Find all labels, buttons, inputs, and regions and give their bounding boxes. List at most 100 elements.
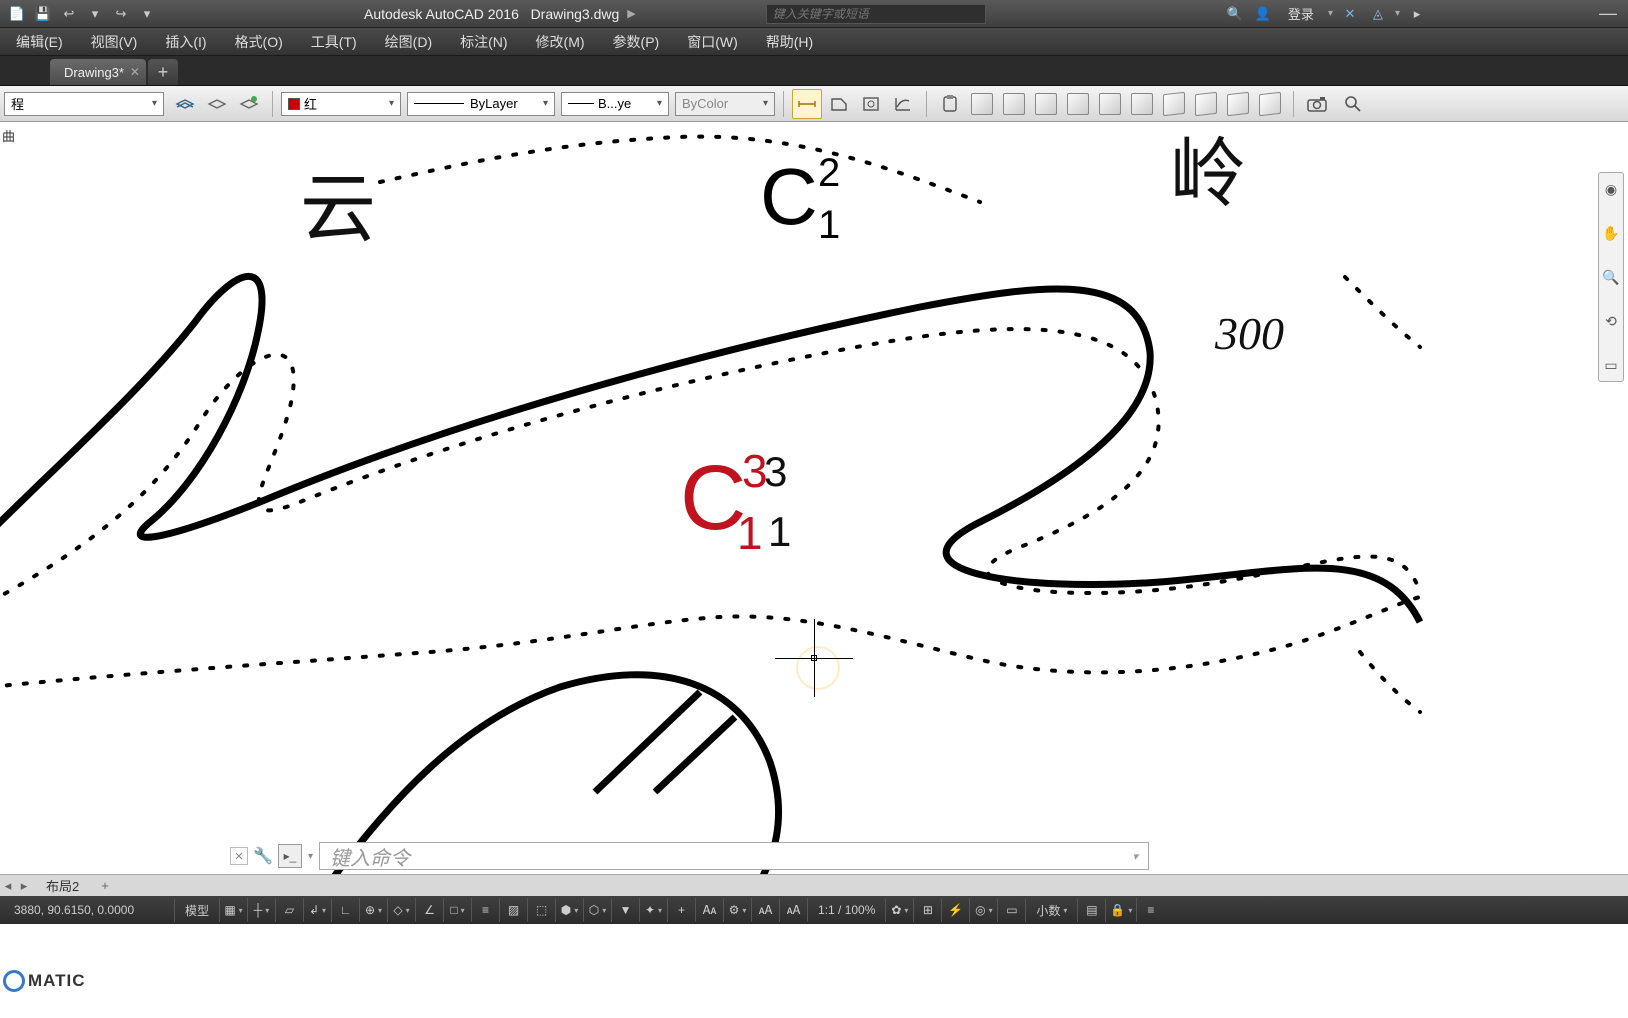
redo-drop-icon[interactable]: ▾ — [136, 3, 158, 25]
status-model-button[interactable]: 模型 — [174, 898, 219, 922]
status-dyn-icon[interactable]: ↲▾ — [303, 898, 331, 922]
menu-dimension[interactable]: 标注(N) — [446, 28, 521, 55]
qselect-icon[interactable] — [888, 89, 918, 119]
status-hw-icon[interactable]: ⊞ — [913, 898, 941, 922]
status-annomon-icon[interactable]: + — [667, 898, 695, 922]
binoculars-icon[interactable]: 🔍 — [1224, 3, 1246, 25]
status-osnap-icon[interactable]: □▾ — [443, 898, 471, 922]
a360-drop-icon[interactable]: ▾ — [1395, 8, 1400, 19]
undo-icon[interactable]: ↩ — [58, 3, 80, 25]
menu-format[interactable]: 格式(O) — [221, 28, 297, 55]
cmd-close-icon[interactable]: ✕ — [230, 847, 248, 865]
nav-zoom-icon[interactable]: 🔍 — [1601, 267, 1621, 287]
minimize-button[interactable]: — — [1588, 0, 1628, 28]
status-annoscale-icon[interactable]: 🗛 — [695, 898, 723, 922]
command-input[interactable]: 键入命令 ▾ — [319, 842, 1149, 870]
status-hardware-icon[interactable]: ⚡ — [941, 898, 969, 922]
menu-insert[interactable]: 插入(I) — [151, 28, 220, 55]
view-back-icon[interactable] — [1127, 89, 1157, 119]
color-combo[interactable]: 红 ▾ — [281, 92, 401, 116]
menu-help[interactable]: 帮助(H) — [752, 28, 827, 55]
cmd-recent-icon[interactable]: ▸_ — [278, 844, 302, 868]
status-annoall-icon[interactable]: 🗚 — [751, 898, 779, 922]
status-polar-icon[interactable]: ⊕▾ — [359, 898, 387, 922]
layout-scroll-right[interactable]: ▸ — [16, 875, 32, 896]
layer-props-icon[interactable] — [170, 89, 200, 119]
cmd-recent-drop[interactable]: ▾ — [308, 851, 313, 862]
area-icon[interactable] — [824, 89, 854, 119]
layout-add-tab[interactable]: + — [93, 875, 117, 896]
status-infer-icon[interactable]: ▱ — [275, 898, 303, 922]
nav-orbit-icon[interactable]: ⟲ — [1601, 311, 1621, 331]
nav-wheel-icon[interactable]: ◉ — [1601, 179, 1621, 199]
autodesk-icon[interactable]: ◬ — [1367, 3, 1389, 25]
menu-parametric[interactable]: 参数(P) — [599, 28, 674, 55]
status-cycling-icon[interactable]: ⬚ — [527, 898, 555, 922]
status-grid-icon[interactable]: ▦▾ — [219, 898, 247, 922]
view-left-icon[interactable] — [1031, 89, 1061, 119]
region-icon[interactable] — [856, 89, 886, 119]
menu-window[interactable]: 窗口(W) — [673, 28, 752, 55]
status-gizmo-icon[interactable]: ✦▾ — [639, 898, 667, 922]
title-play-icon[interactable]: ▶ — [627, 7, 635, 20]
undo-drop-icon[interactable]: ▾ — [84, 3, 106, 25]
view-nw-icon[interactable] — [1255, 89, 1285, 119]
status-otrack-icon[interactable]: ∠ — [415, 898, 443, 922]
cmd-options-icon[interactable]: 🔧 — [254, 847, 272, 865]
status-annoauto-icon[interactable]: ⚙▾ — [723, 898, 751, 922]
redo-icon[interactable]: ↪ — [110, 3, 132, 25]
status-iso-icon[interactable]: ◇▾ — [387, 898, 415, 922]
zoom-extents-icon[interactable] — [1338, 89, 1368, 119]
status-custom-icon[interactable]: ≡ — [1136, 898, 1164, 922]
status-dynucs-icon[interactable]: ⬡▾ — [583, 898, 611, 922]
status-snap-icon[interactable]: ┼▾ — [247, 898, 275, 922]
camera-icon[interactable] — [1302, 89, 1332, 119]
status-sel-filter-icon[interactable]: ▼ — [611, 898, 639, 922]
close-icon[interactable]: ✕ — [130, 65, 140, 79]
view-bottom-icon[interactable] — [999, 89, 1029, 119]
chevron-down-icon[interactable]: ▾ — [1133, 850, 1139, 863]
status-lock-icon[interactable]: 🔒▾ — [1105, 898, 1136, 922]
layer-combo[interactable]: 程 ▾ — [4, 92, 164, 116]
doc-tab-active[interactable]: Drawing3* ✕ — [50, 59, 146, 85]
status-annovis-icon[interactable]: 🗚 — [779, 898, 807, 922]
nav-pan-icon[interactable]: ✋ — [1601, 223, 1621, 243]
new-doc-tab[interactable]: + — [148, 59, 178, 85]
menu-modify[interactable]: 修改(M) — [522, 28, 599, 55]
login-button[interactable]: 登录 — [1280, 4, 1322, 23]
status-isolate-icon[interactable]: ◎▾ — [969, 898, 997, 922]
plotstyle-combo[interactable]: ByColor ▾ — [675, 92, 775, 116]
paste-icon[interactable] — [935, 89, 965, 119]
view-front-icon[interactable] — [1095, 89, 1125, 119]
user-icon[interactable]: 👤 — [1252, 3, 1274, 25]
overflow-icon[interactable]: ▸ — [1406, 3, 1428, 25]
search-input[interactable] — [766, 4, 986, 24]
status-clean-icon[interactable]: ▭ — [997, 898, 1025, 922]
layer-states-icon[interactable] — [202, 89, 232, 119]
menu-edit[interactable]: 编辑(E) — [2, 28, 77, 55]
menu-tools[interactable]: 工具(T) — [297, 28, 371, 55]
view-top-icon[interactable] — [967, 89, 997, 119]
layer-make-current-icon[interactable] — [234, 89, 264, 119]
status-coordinates[interactable]: 3880, 90.6150, 0.0000 — [4, 903, 174, 917]
status-units[interactable]: 小数▾ — [1025, 898, 1077, 922]
status-scale[interactable]: 1:1 / 100% — [807, 898, 885, 922]
status-lweight-icon[interactable]: ≡ — [471, 898, 499, 922]
status-ortho-icon[interactable]: ∟ — [331, 898, 359, 922]
lineweight-combo[interactable]: B...ye ▾ — [561, 92, 669, 116]
status-qp-icon[interactable]: ▤ — [1077, 898, 1105, 922]
new-icon[interactable]: 📄 — [6, 3, 28, 25]
drawing-canvas[interactable]: 曲 云 岭 300 C 2 1 C 3 1 3 1 ◉ ✋ 🔍 ⟲ ▭ ✕ 🔧 — [0, 122, 1628, 874]
layout-tab[interactable]: 布局2 — [32, 875, 93, 896]
nav-show-icon[interactable]: ▭ — [1601, 355, 1621, 375]
status-transparency-icon[interactable]: ▨ — [499, 898, 527, 922]
linetype-combo[interactable]: ByLayer ▾ — [407, 92, 555, 116]
layout-scroll-left[interactable]: ◂ — [0, 875, 16, 896]
save-icon[interactable]: 💾 — [32, 3, 54, 25]
login-drop-icon[interactable]: ▾ — [1328, 8, 1333, 19]
status-3dosnap-icon[interactable]: ⬢▾ — [555, 898, 583, 922]
status-ws-icon[interactable]: ✿▾ — [885, 898, 913, 922]
menu-draw[interactable]: 绘图(D) — [371, 28, 446, 55]
view-right-icon[interactable] — [1063, 89, 1093, 119]
distance-icon[interactable] — [792, 89, 822, 119]
